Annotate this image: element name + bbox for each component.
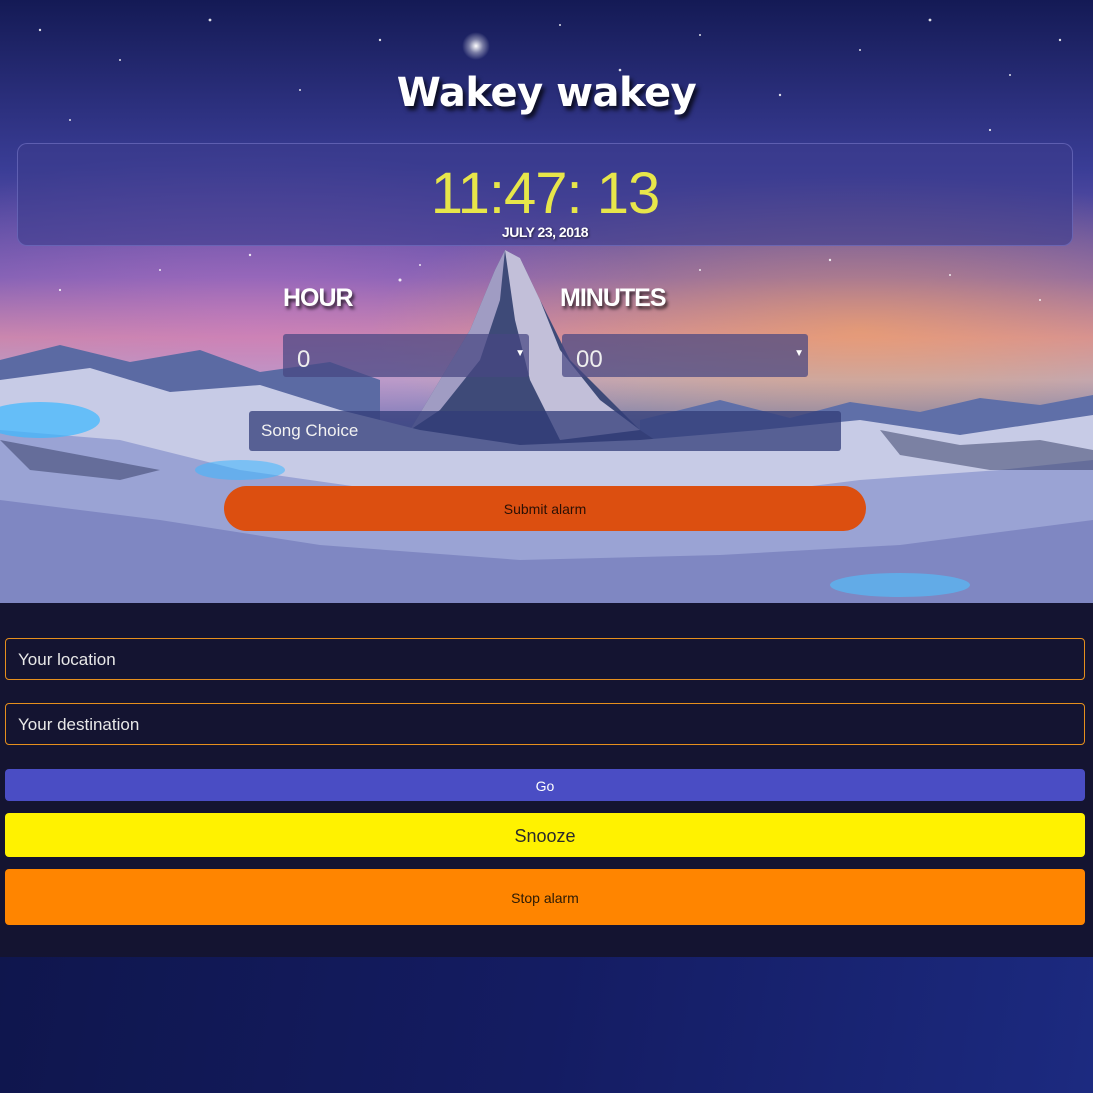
chevron-down-icon: ▼ [794, 348, 804, 359]
minutes-select[interactable]: 00 ▼ [562, 334, 808, 377]
minutes-label: MINUTES [560, 284, 666, 312]
bright-star-decoration [462, 32, 490, 60]
hour-select-value: 0 [297, 346, 311, 373]
hero-background: Wakey wakey 11:47: 13 JULY 23, 2018 HOUR… [0, 0, 1093, 603]
song-choice-input[interactable]: Song Choice [249, 411, 841, 451]
location-input[interactable]: Your location [5, 638, 1085, 680]
chevron-down-icon: ▼ [515, 348, 525, 359]
hour-select[interactable]: 0 ▼ [283, 334, 529, 377]
clock-panel: 11:47: 13 JULY 23, 2018 [17, 143, 1073, 246]
minutes-select-value: 00 [576, 346, 603, 373]
clock-time: 11:47: 13 [430, 161, 661, 226]
stop-alarm-button[interactable]: Stop alarm [5, 869, 1085, 925]
hour-label: HOUR [283, 284, 354, 312]
destination-input[interactable]: Your destination [5, 703, 1085, 745]
footer-background [0, 957, 1093, 1093]
snooze-button[interactable]: Snooze [5, 813, 1085, 857]
go-button[interactable]: Go [5, 769, 1085, 801]
page-title: Wakey wakey [396, 70, 697, 116]
submit-alarm-button[interactable]: Submit alarm [224, 486, 866, 531]
clock-date: JULY 23, 2018 [501, 224, 589, 240]
